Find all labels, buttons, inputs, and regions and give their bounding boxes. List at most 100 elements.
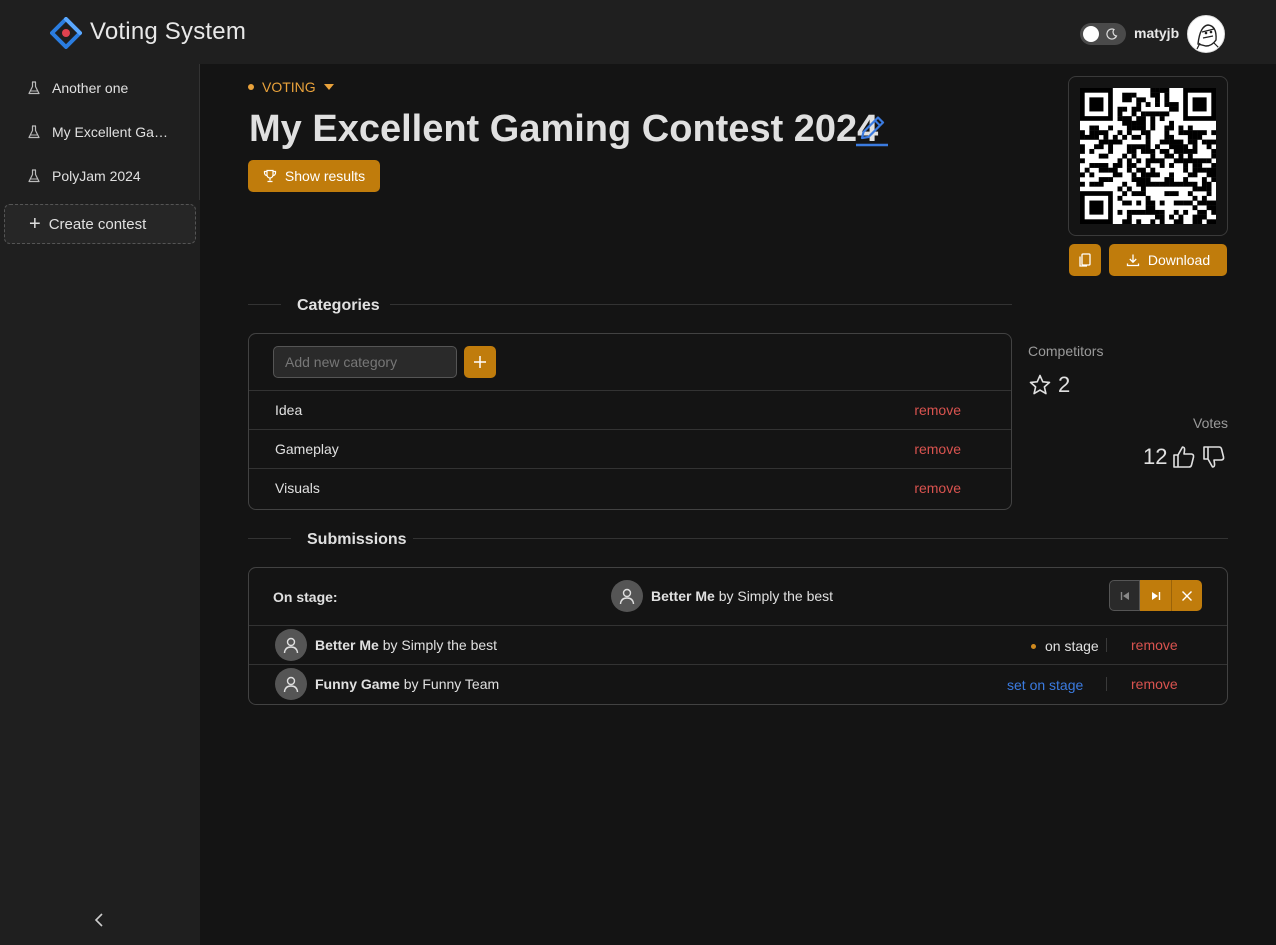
remove-category-link[interactable]: remove: [914, 402, 961, 418]
caret-down-icon: [323, 84, 334, 90]
status-label: VOTING: [262, 79, 316, 95]
sidebar: Another one My Excellent Gaming Contest …: [0, 64, 200, 945]
avatar: [275, 629, 307, 661]
sidebar-item-my-excellent-gaming-contest[interactable]: My Excellent Gaming Contest 2024: [4, 112, 196, 152]
submission-row: Funny Game by Funny Team set on stage re…: [249, 664, 1227, 703]
on-stage-label: On stage:: [273, 589, 338, 605]
competitors-label: Competitors: [1028, 343, 1104, 359]
copy-link-button[interactable]: [1069, 244, 1101, 276]
category-row: Visuals remove: [249, 468, 1011, 507]
submission-author: by Simply the best: [382, 637, 498, 653]
votes-stat: 12: [1143, 444, 1227, 470]
divider: [248, 538, 291, 539]
download-icon: [1126, 254, 1140, 267]
sidebar-divider: [199, 64, 200, 200]
submission-name: Better Me: [651, 588, 715, 604]
stage-controls: [1109, 580, 1202, 611]
submission-author: by Simply the best: [718, 588, 834, 604]
create-contest-button[interactable]: + Create contest: [4, 204, 196, 244]
status-dot: [1031, 643, 1036, 649]
set-on-stage-link[interactable]: set on stage: [1007, 677, 1083, 693]
votes-value: 12: [1143, 444, 1168, 469]
top-bar: Voting System matyjb: [0, 0, 1276, 64]
sidebar-item-polyjam-2024[interactable]: PolyJam 2024: [4, 156, 196, 196]
on-stage-status-label: on stage: [1045, 638, 1099, 654]
remove-submission-link[interactable]: remove: [1131, 676, 1178, 692]
category-row: Gameplay remove: [249, 429, 1011, 468]
trophy-icon: [263, 169, 277, 183]
qr-code: [1068, 76, 1228, 236]
plus-icon: [474, 356, 486, 368]
on-stage-status: on stage: [1031, 638, 1099, 654]
user-icon: [283, 637, 299, 654]
new-category-input[interactable]: [273, 346, 457, 378]
flask-icon: [28, 125, 40, 139]
page-title: My Excellent Gaming Contest 2024: [249, 108, 879, 150]
categories-panel: Idea remove Gameplay remove Visuals remo…: [248, 333, 1012, 510]
category-name: Visuals: [275, 480, 320, 496]
thumbs-down-icon: [1203, 446, 1225, 468]
status-dot: [248, 84, 254, 90]
copy-icon: [1079, 253, 1091, 267]
status-dropdown[interactable]: VOTING: [248, 79, 334, 95]
sidebar-item-label: Another one: [52, 80, 129, 96]
user-avatar[interactable]: [1187, 15, 1225, 53]
avatar: [275, 668, 307, 700]
chevron-left-icon[interactable]: [90, 910, 110, 930]
download-button[interactable]: Download: [1109, 244, 1227, 276]
clear-stage-button[interactable]: [1171, 580, 1202, 611]
competitors-stat: 2: [1028, 372, 1070, 398]
sidebar-item-another-one[interactable]: Another one: [4, 68, 196, 108]
qr-code-image: [1080, 88, 1216, 224]
votes-label: Votes: [1193, 415, 1229, 431]
category-name: Gameplay: [275, 441, 339, 457]
category-name: Idea: [275, 402, 303, 418]
skip-back-icon: [1120, 591, 1129, 600]
download-label: Download: [1147, 252, 1211, 268]
competitors-value: 2: [1058, 372, 1071, 397]
divider: [413, 538, 1228, 539]
category-row: Idea remove: [249, 390, 1011, 429]
divider: [1106, 677, 1107, 691]
categories-heading: Categories: [297, 297, 380, 314]
flask-icon: [28, 81, 40, 95]
sidebar-item-label: PolyJam 2024: [52, 168, 141, 184]
toggle-knob: [1083, 26, 1099, 42]
avatar: [611, 580, 643, 612]
submission-name: Better Me: [315, 637, 379, 653]
submission-author: by Funny Team: [403, 676, 500, 692]
avatar-sketch-icon: [1196, 24, 1220, 50]
pencil-icon[interactable]: [854, 112, 890, 148]
close-icon: [1182, 590, 1192, 601]
sidebar-item-label: My Excellent Gaming Contest 2024: [52, 124, 178, 140]
remove-submission-link[interactable]: remove: [1131, 637, 1178, 653]
remove-category-link[interactable]: remove: [914, 480, 961, 496]
add-category-button[interactable]: [464, 346, 496, 378]
on-stage-current: Better Me by Simply the best: [611, 580, 833, 612]
star-icon: [1029, 374, 1051, 395]
submission-name: Funny Game: [315, 676, 400, 692]
theme-toggle[interactable]: [1080, 23, 1126, 45]
thumbs-up-icon: [1173, 446, 1195, 468]
divider: [248, 304, 281, 305]
previous-button[interactable]: [1109, 580, 1140, 611]
divider: [390, 304, 1012, 305]
moon-icon: [1106, 28, 1118, 40]
show-results-label: Show results: [284, 168, 366, 184]
user-icon: [619, 588, 635, 605]
divider: [1106, 638, 1107, 652]
username: matyjb: [1134, 25, 1180, 41]
plus-icon: +: [29, 213, 41, 235]
submissions-heading: Submissions: [307, 531, 407, 548]
next-button[interactable]: [1140, 580, 1171, 611]
remove-category-link[interactable]: remove: [914, 441, 961, 457]
app-logo-icon: [50, 17, 82, 49]
submission-row: Better Me by Simply the best on stage re…: [249, 625, 1227, 664]
skip-forward-icon: [1151, 591, 1160, 600]
user-icon: [283, 676, 299, 693]
app-title: Voting System: [90, 18, 247, 45]
flask-icon: [28, 169, 40, 183]
show-results-button[interactable]: Show results: [248, 160, 380, 192]
create-contest-label: Create contest: [48, 215, 147, 233]
submissions-panel: On stage: Better Me by Simply the best B…: [248, 567, 1228, 705]
